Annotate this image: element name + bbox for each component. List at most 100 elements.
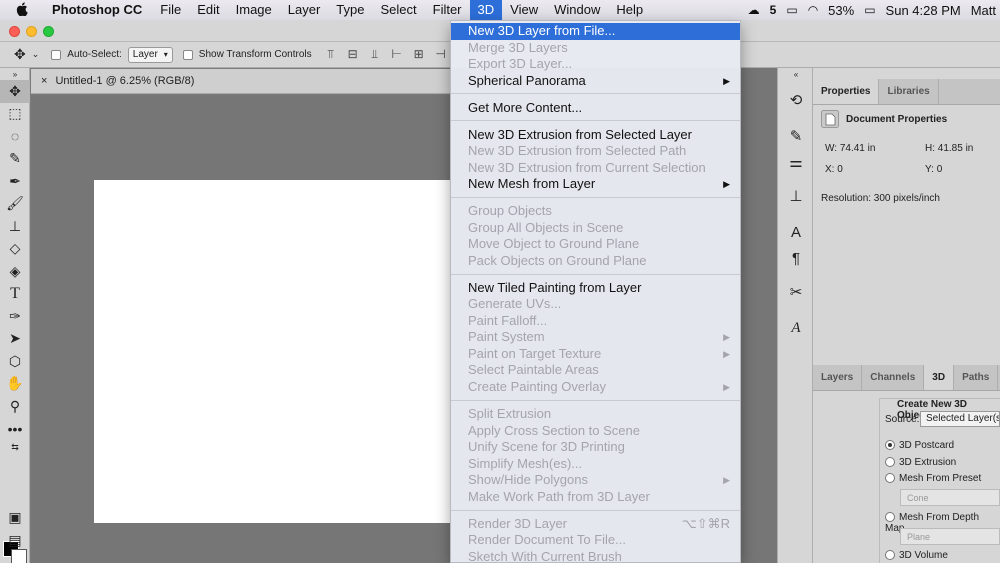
menu-separator	[451, 120, 740, 121]
radio-button[interactable]	[885, 457, 895, 468]
menu-item-group-all-objects: Group All Objects in Scene	[468, 219, 624, 235]
tab-properties[interactable]: Properties	[813, 79, 880, 104]
stamp-tool-icon[interactable]: ⊥	[0, 215, 30, 238]
menu-image[interactable]: Image	[228, 0, 280, 20]
align-top-icon[interactable]: ⫪	[324, 47, 338, 62]
radio-button[interactable]	[885, 550, 895, 561]
pen-tool-icon[interactable]: ✑	[0, 305, 30, 328]
align-vcenter-icon[interactable]: ⊟	[346, 47, 360, 62]
glyphs-panel-icon[interactable]: A	[778, 316, 814, 340]
close-window-button[interactable]	[9, 26, 20, 37]
user-name[interactable]: Matt	[971, 3, 996, 18]
menu-item-new-tiled-painting[interactable]: New Tiled Painting from Layer	[451, 280, 740, 297]
menu-edit[interactable]: Edit	[189, 0, 227, 20]
auto-select-dropdown[interactable]: Layer ▾	[127, 46, 173, 63]
show-transform-checkbox[interactable]	[182, 49, 193, 60]
radio-button[interactable]	[885, 473, 895, 484]
marquee-tool-icon[interactable]: ⬚	[0, 103, 30, 126]
menu-item-new-3d-layer-from-file[interactable]: New 3D Layer from File...	[451, 23, 740, 40]
shape-tool-icon[interactable]: ⬡	[0, 350, 30, 373]
type-tool-icon[interactable]: T	[0, 283, 30, 306]
collapse-toolbar-icon[interactable]: »	[0, 68, 30, 80]
canvas-area-right[interactable]	[741, 68, 777, 563]
tool-preset-chevron-icon[interactable]: ⌄	[32, 49, 40, 60]
move-tool-icon[interactable]: ✥	[0, 80, 30, 103]
brush-tool-icon[interactable]: 🖌	[0, 193, 30, 216]
clone-source-icon[interactable]: ⊥	[778, 184, 814, 208]
brush-settings-icon[interactable]: ⚌	[778, 150, 814, 174]
menu-item-new-3d-extrusion-selected-layer[interactable]: New 3D Extrusion from Selected Layer	[451, 127, 740, 144]
menu-item-new-mesh-from-layer[interactable]: New Mesh from Layer ▶	[451, 176, 740, 193]
menu-item-generate-uvs: Generate UVs...	[468, 296, 562, 311]
document-tab[interactable]: × Untitled-1 @ 6.25% (RGB/8)	[31, 69, 451, 94]
minimize-window-button[interactable]	[26, 26, 37, 37]
menu-item-select-paintable-areas: Select Paintable Areas	[468, 362, 599, 377]
align-right-icon[interactable]: ⊣	[434, 47, 448, 62]
paragraph-panel-icon[interactable]: ¶	[778, 246, 814, 270]
menu-item-show-hide-polygons: Show/Hide Polygons ▶	[468, 472, 730, 487]
app-name-menu[interactable]: Photoshop CC	[44, 0, 152, 20]
tab-3d[interactable]: 3D	[924, 365, 955, 390]
radio-mesh-from-preset[interactable]: Mesh From Preset	[885, 473, 981, 484]
menu-item-get-more-content[interactable]: Get More Content...	[451, 100, 740, 117]
eyedropper-tool-icon[interactable]: ✒	[0, 170, 30, 193]
menu-layer[interactable]: Layer	[280, 0, 329, 20]
clock[interactable]: Sun 4:28 PM	[886, 3, 961, 18]
tab-libraries[interactable]: Libraries	[879, 79, 939, 104]
submenu-arrow-icon: ▶	[723, 332, 730, 342]
hand-tool-icon[interactable]: ✋	[0, 373, 30, 396]
battery-icon[interactable]: ▭	[864, 3, 875, 17]
auto-select-checkbox[interactable]	[51, 49, 62, 60]
tool-presets-icon[interactable]: ✂	[778, 280, 814, 304]
radio-3d-extrusion[interactable]: 3D Extrusion	[885, 457, 956, 468]
zoom-window-button[interactable]	[43, 26, 54, 37]
radio-3d-postcard[interactable]: 3D Postcard	[885, 440, 954, 451]
menu-3d[interactable]: 3D	[469, 0, 503, 20]
align-hcenter-icon[interactable]: ⊞	[412, 47, 426, 62]
document-canvas[interactable]	[94, 180, 451, 523]
radio-button[interactable]	[885, 512, 895, 523]
menu-type[interactable]: Type	[328, 0, 372, 20]
paint-bucket-tool-icon[interactable]: ◈	[0, 260, 30, 283]
align-bottom-icon[interactable]: ⫫	[368, 47, 382, 62]
quick-select-tool-icon[interactable]: ✎	[0, 148, 30, 171]
zoom-tool-icon[interactable]: ⚲	[0, 395, 30, 418]
menu-separator	[451, 196, 740, 198]
source-dropdown[interactable]: Selected Layer(s)	[920, 411, 1000, 427]
lasso-tool-icon[interactable]: ◌	[0, 125, 30, 148]
radio-button[interactable]	[885, 440, 895, 451]
creative-cloud-icon[interactable]: ☁	[748, 3, 760, 17]
align-left-icon[interactable]: ⊢	[390, 47, 404, 62]
right-panels: Properties Libraries Document Properties…	[813, 68, 1000, 563]
collapse-panels-icon[interactable]: «	[778, 68, 814, 80]
wifi-icon[interactable]: ◠	[808, 3, 818, 17]
menu-help[interactable]: Help	[608, 0, 651, 20]
radio-3d-volume[interactable]: 3D Volume	[885, 550, 948, 561]
brushes-panel-icon[interactable]: ✎	[778, 124, 814, 148]
apple-icon[interactable]	[0, 1, 44, 19]
path-select-tool-icon[interactable]: ➤	[0, 328, 30, 351]
canvas-area[interactable]	[31, 95, 451, 563]
close-tab-icon[interactable]: ×	[41, 75, 47, 87]
display-icon[interactable]: ▭	[786, 3, 797, 17]
menu-view[interactable]: View	[502, 0, 546, 20]
eraser-tool-icon[interactable]: ◇	[0, 238, 30, 261]
menu-window[interactable]: Window	[546, 0, 608, 20]
menu-select[interactable]: Select	[372, 0, 424, 20]
tab-layers[interactable]: Layers	[813, 365, 863, 390]
swap-colors-icon[interactable]: ⇆	[0, 440, 30, 454]
html5-icon[interactable]: 5	[770, 3, 777, 17]
menubar: Photoshop CC File Edit Image Layer Type …	[0, 0, 1000, 20]
menu-separator	[451, 509, 740, 511]
character-panel-icon[interactable]: A	[778, 220, 814, 244]
more-tools-icon[interactable]: •••	[0, 418, 30, 441]
history-panel-icon[interactable]: ⟲	[778, 88, 814, 112]
menu-item-spherical-panorama[interactable]: Spherical Panorama ▶	[451, 73, 740, 90]
quick-mask-icon[interactable]: ▣	[0, 506, 30, 529]
tab-paths[interactable]: Paths	[954, 365, 999, 390]
move-tool-icon[interactable]: ✥	[14, 46, 26, 63]
screen-mode-icon[interactable]: ▤	[0, 529, 30, 552]
menu-file[interactable]: File	[152, 0, 189, 20]
tab-channels[interactable]: Channels	[862, 365, 925, 390]
menu-filter[interactable]: Filter	[425, 0, 470, 20]
